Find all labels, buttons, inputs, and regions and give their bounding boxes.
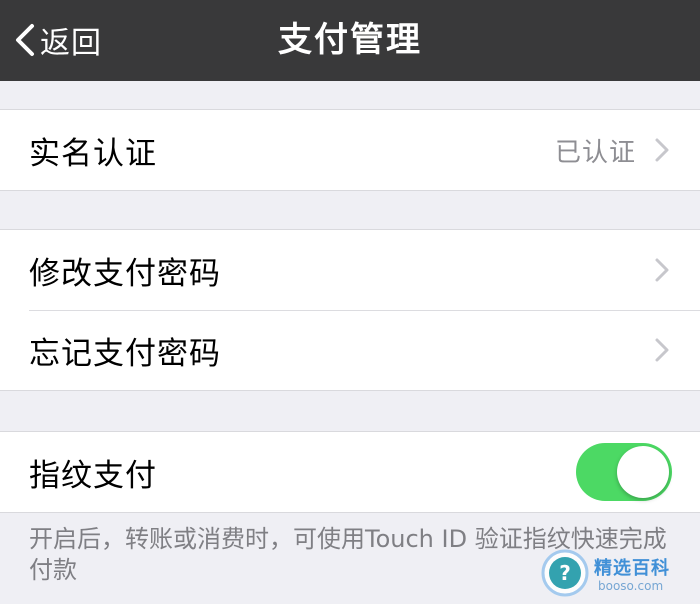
verification-status: 已认证 — [554, 137, 636, 168]
chevron-right-icon — [655, 338, 669, 362]
change-pay-password-row[interactable]: 修改支付密码 — [0, 230, 700, 310]
real-name-verification-row[interactable]: 实名认证 已认证 — [0, 110, 700, 190]
toggle-knob — [617, 446, 669, 498]
fingerprint-group: 指纹支付 — [0, 431, 700, 513]
fingerprint-pay-toggle[interactable] — [576, 443, 672, 501]
password-group: 修改支付密码 忘记支付密码 — [0, 229, 700, 391]
watermark-domain: booso.com — [598, 579, 664, 593]
chevron-right-icon — [655, 258, 669, 282]
watermark-brand: 精选百科 — [594, 558, 670, 579]
watermark: ? 精选百科 booso.com — [540, 546, 690, 600]
forgot-pay-password-row[interactable]: 忘记支付密码 — [0, 310, 700, 390]
question-mark-icon: ? — [541, 549, 589, 597]
page-title: 支付管理 — [278, 20, 422, 60]
svg-text:?: ? — [559, 561, 571, 585]
navigation-bar: 返回 支付管理 — [0, 0, 700, 81]
chevron-right-icon — [655, 138, 669, 162]
row-label: 修改支付密码 — [29, 255, 221, 292]
row-label: 指纹支付 — [29, 457, 157, 494]
verification-group: 实名认证 已认证 — [0, 109, 700, 191]
fingerprint-pay-row: 指纹支付 — [0, 432, 700, 512]
row-label: 忘记支付密码 — [29, 335, 221, 372]
row-label: 实名认证 — [29, 135, 157, 172]
